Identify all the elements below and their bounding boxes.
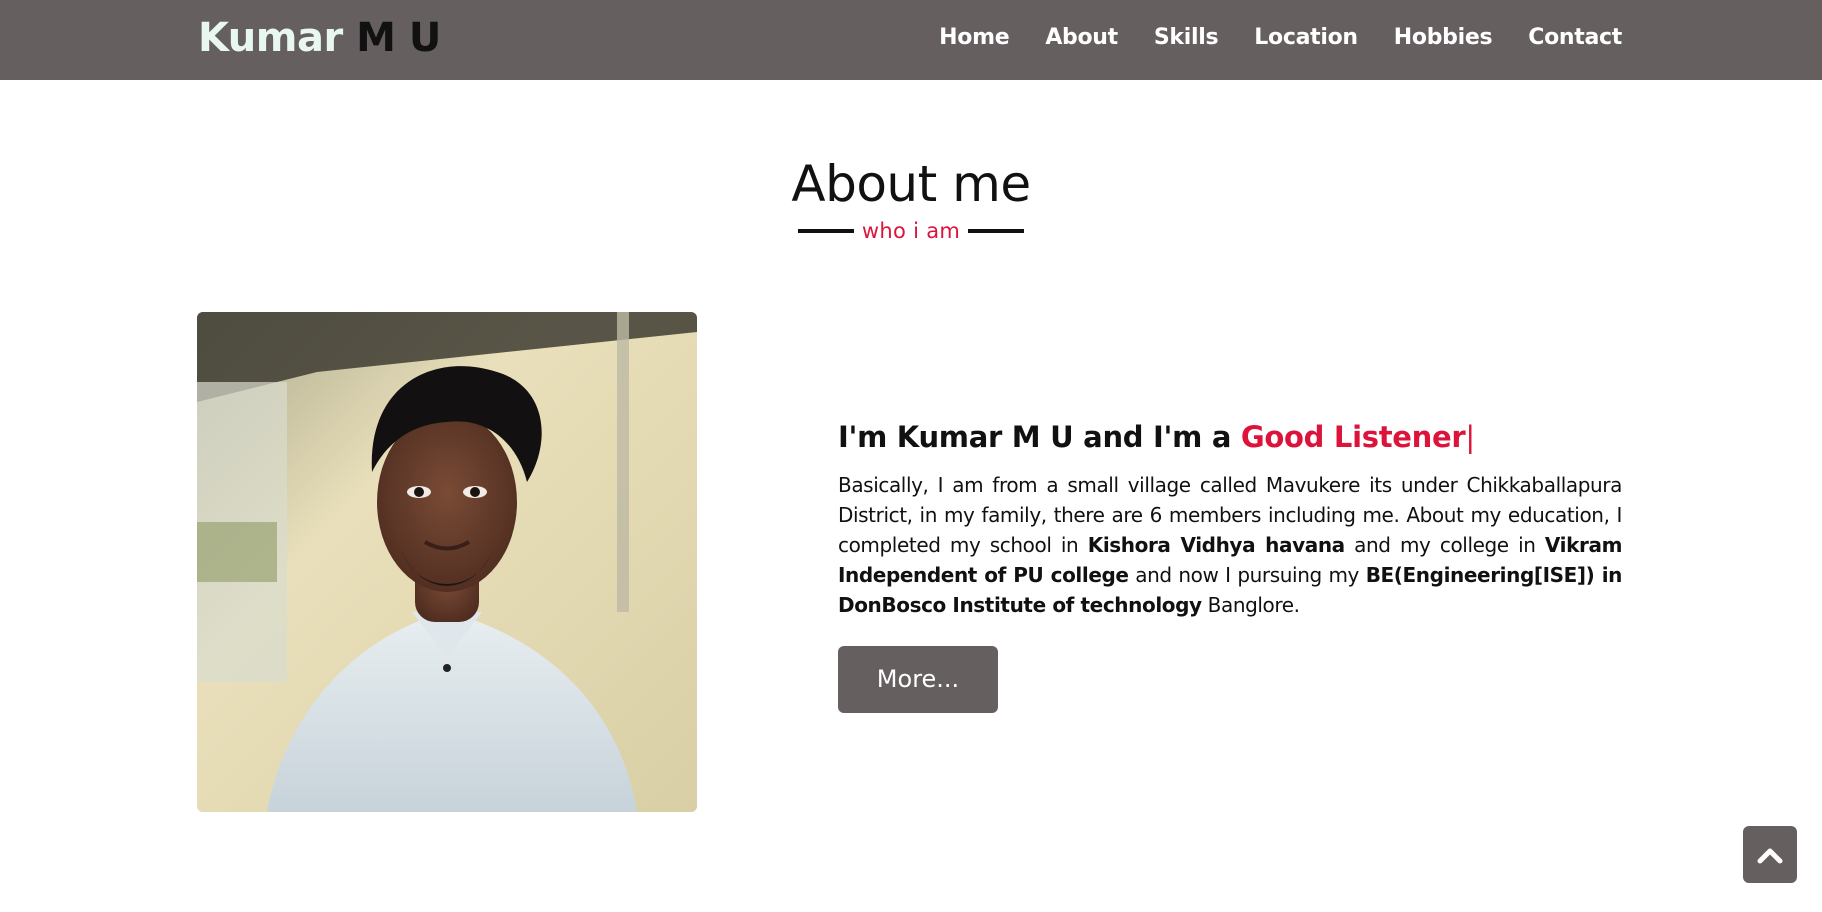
divider-left <box>797 229 854 233</box>
nav-item-location[interactable]: Location <box>1254 25 1358 50</box>
more-button[interactable]: More... <box>838 646 998 713</box>
portrait-illustration <box>197 312 697 812</box>
intro-heading: I'm Kumar M U and I'm a Good Listener| <box>838 416 1622 458</box>
bio-text-3: and now I pursuing my <box>1135 563 1359 587</box>
section-subtitle-row: who i am <box>0 216 1822 246</box>
profile-photo <box>197 312 697 812</box>
intro-prefix: I'm Kumar M U and I'm a <box>838 420 1232 454</box>
bio-text-4: Banglore. <box>1207 593 1300 617</box>
page-title: About me <box>791 155 1031 213</box>
site-logo[interactable]: Kumar M U <box>198 14 441 62</box>
nav-item-about[interactable]: About <box>1045 25 1118 50</box>
bio-paragraph: Basically, I am from a small village cal… <box>838 470 1622 620</box>
divider-right <box>968 229 1025 233</box>
nav-item-home[interactable]: Home <box>939 25 1009 50</box>
section-header: About me <box>0 152 1822 216</box>
typing-cursor: | <box>1465 420 1475 454</box>
bio-text-2: and my college in <box>1354 533 1536 557</box>
chevron-up-icon <box>1757 848 1783 863</box>
about-content: I'm Kumar M U and I'm a Good Listener| B… <box>838 416 1622 713</box>
nav-item-skills[interactable]: Skills <box>1154 25 1219 50</box>
nav-item-hobbies[interactable]: Hobbies <box>1394 25 1493 50</box>
nav-item-contact[interactable]: Contact <box>1528 25 1622 50</box>
intro-highlight: Good Listener <box>1240 420 1466 454</box>
logo-last-name: M U <box>356 15 441 61</box>
section-subtitle: who i am <box>861 219 961 243</box>
bio-school: Kishora Vidhya havana <box>1087 533 1345 557</box>
nav-menu: Home About Skills Location Hobbies Conta… <box>903 22 1622 54</box>
scroll-top-button[interactable] <box>1743 826 1797 883</box>
navbar: Kumar M U Home About Skills Location Hob… <box>0 0 1822 80</box>
logo-first-name: Kumar <box>198 15 343 61</box>
